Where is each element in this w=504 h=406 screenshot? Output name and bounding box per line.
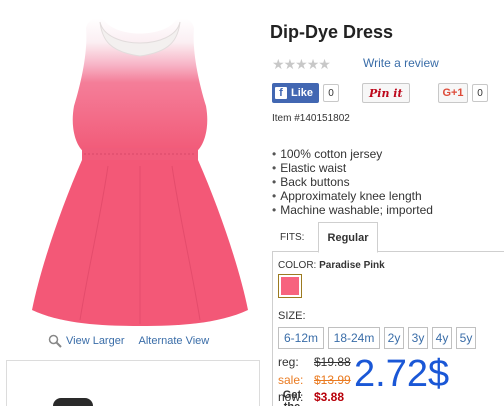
swatch-fill: [281, 277, 299, 295]
star-icon: ★: [306, 56, 320, 72]
view-larger-link[interactable]: View Larger: [66, 335, 125, 347]
star-icon: ★: [295, 56, 308, 72]
color-swatch-paradise-pink[interactable]: [278, 274, 302, 298]
feature-item: Machine washable; imported: [272, 203, 433, 217]
now-price-label: now:: [278, 390, 304, 404]
get-the-look-panel: Get the Look!: [6, 360, 301, 406]
rating-stars[interactable]: ★★★★★: [272, 56, 331, 73]
feature-item: Back buttons: [272, 175, 433, 189]
sale-price-value: $13.99: [314, 373, 351, 387]
feature-item: 100% cotton jersey: [272, 147, 433, 161]
product-image[interactable]: [28, 10, 252, 328]
sale-price: sale: $13.99: [278, 373, 351, 387]
fits-tabs: FITS: Regular: [272, 222, 504, 253]
color-label: COLOR: Paradise Pink: [278, 260, 385, 271]
tab-regular[interactable]: Regular: [318, 222, 378, 253]
item-number: Item #140151802: [272, 113, 350, 124]
google-plus-count: 0: [472, 84, 488, 102]
google-plus: G+1 0: [438, 83, 488, 103]
size-option[interactable]: 4y: [432, 327, 452, 349]
size-option[interactable]: 3y: [408, 327, 428, 349]
fits-label: FITS:: [280, 232, 305, 243]
feature-item: Approximately knee length: [272, 189, 433, 203]
now-price: now: $3.88: [278, 390, 344, 404]
regular-price-label: reg:: [278, 355, 299, 369]
size-option[interactable]: 6-12m: [278, 327, 324, 349]
facebook-like-label: Like: [291, 87, 314, 99]
color-label-text: COLOR:: [278, 260, 317, 271]
size-label: SIZE:: [278, 310, 306, 322]
feature-list: 100% cotton jersey Elastic waist Back bu…: [272, 147, 433, 217]
now-price-value: $3.88: [314, 390, 345, 404]
write-review-link[interactable]: Write a review: [363, 56, 439, 70]
product-title: Dip-Dye Dress: [270, 22, 394, 42]
pinterest-pin-button[interactable]: Pin it: [362, 83, 410, 103]
sale-price-label: sale:: [278, 373, 304, 387]
image-links: View Larger Alternate View: [48, 334, 209, 348]
alternate-view-link[interactable]: Alternate View: [139, 335, 210, 347]
facebook-like: f Like 0: [272, 83, 340, 103]
star-icon: ★: [318, 56, 331, 72]
star-icon: ★: [272, 56, 285, 72]
size-option[interactable]: 2y: [384, 327, 404, 349]
get-the-look-thumbnail[interactable]: [53, 398, 93, 406]
magnifier-icon: [48, 334, 62, 348]
feature-item: Elastic waist: [272, 161, 433, 175]
star-icon: ★: [283, 56, 297, 72]
size-option[interactable]: 5y: [456, 327, 476, 349]
overlay-price: 2.72$: [354, 353, 450, 395]
facebook-like-count: 0: [323, 84, 340, 102]
regular-price-value: $19.88: [314, 355, 351, 369]
size-options: 6-12m 18-24m 2y 3y 4y 5y: [278, 327, 480, 349]
facebook-icon: f: [275, 87, 287, 99]
regular-price: reg: $19.88: [278, 355, 351, 369]
pinterest: Pin it: [362, 83, 410, 103]
size-option[interactable]: 18-24m: [328, 327, 380, 349]
google-plus-button[interactable]: G+1: [438, 83, 468, 103]
color-selected-name: Paradise Pink: [319, 260, 385, 271]
facebook-like-button[interactable]: f Like: [272, 83, 320, 103]
